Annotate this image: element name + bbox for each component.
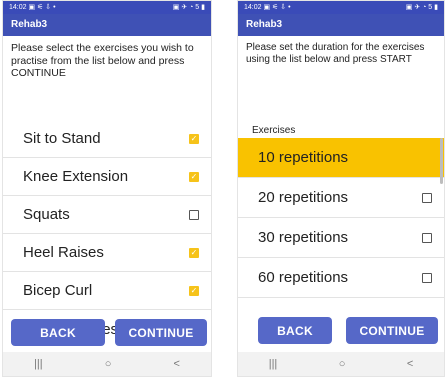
continue-button[interactable]: CONTINUE [115, 319, 207, 346]
instructions-text: Please select the exercises you wish to … [11, 42, 194, 79]
status-right-icons: ▣ ✈ ◔ 5 ▮ [172, 4, 205, 11]
status-bar: 14:02 ▣ ⚟ ⇩ • ▣ ✈ ◔ 5 ▮ [238, 1, 444, 14]
list-item-label: 20 repetitions [258, 189, 349, 206]
back-button[interactable]: BACK [11, 319, 105, 346]
list-item-squats[interactable]: Squats [3, 196, 211, 234]
status-time: 14:02 [244, 4, 262, 11]
list-item-label: Squats [23, 206, 70, 223]
status-right-icons: ▣ ✈ ◔ 5 ▮ [405, 4, 438, 11]
list-item-bicep-curl[interactable]: Bicep Curl ✓ [3, 272, 211, 310]
list-item-heel-raises[interactable]: Heel Raises ✓ [3, 234, 211, 272]
exercise-selection-screen: 14:02 ▣ ⚟ ⇩ • ▣ ✈ ◔ 5 ▮ Rehab3 Please se… [2, 0, 212, 377]
exercise-list[interactable]: Sit to Stand ✓ Knee Extension ✓ Squats H… [3, 123, 211, 348]
checkbox-checked-icon[interactable]: ✓ [189, 285, 199, 296]
list-item-label: 30 repetitions [258, 229, 349, 246]
recents-icon[interactable]: ||| [269, 358, 278, 370]
list-item-10-repetitions[interactable]: 10 repetitions [238, 138, 444, 178]
checkbox-unchecked-icon[interactable] [422, 192, 432, 203]
back-nav-icon[interactable]: < [407, 358, 413, 370]
status-left-icons: ▣ ⚟ ⇩ • [263, 4, 291, 11]
system-nav-bar: ||| ○ < [3, 352, 211, 376]
app-title: Rehab3 [3, 14, 211, 36]
checkbox-checked-icon[interactable]: ✓ [189, 171, 199, 182]
status-time-and-icons: 14:02 ▣ ⚟ ⇩ • [244, 1, 291, 14]
list-item-label: Heel Raises [23, 244, 104, 261]
checkbox-unchecked-icon[interactable] [422, 272, 432, 283]
duration-list[interactable]: 10 repetitions 20 repetitions 30 repetit… [238, 138, 444, 298]
list-item-label: Bicep Curl [23, 282, 93, 299]
home-icon[interactable]: ○ [105, 358, 112, 370]
list-scrollbar[interactable] [440, 138, 443, 184]
back-button[interactable]: BACK [258, 317, 332, 344]
checkbox-checked-icon[interactable]: ✓ [189, 247, 199, 258]
checkbox-unchecked-icon[interactable] [422, 232, 432, 243]
list-item-20-repetitions[interactable]: 20 repetitions [238, 178, 444, 218]
list-header: Exercises [252, 125, 296, 136]
list-item-sit-to-stand[interactable]: Sit to Stand ✓ [3, 120, 211, 158]
checkbox-checked-icon[interactable]: ✓ [189, 133, 199, 144]
list-item-label: 60 repetitions [258, 269, 349, 286]
checkbox-unchecked-icon[interactable] [189, 209, 199, 220]
status-time: 14:02 [9, 4, 27, 11]
system-nav-bar: ||| ○ < [238, 352, 444, 376]
instructions-text: Please set the duration for the exercise… [246, 42, 425, 65]
list-item-label: Knee Extension [23, 168, 129, 185]
status-bar: 14:02 ▣ ⚟ ⇩ • ▣ ✈ ◔ 5 ▮ [3, 1, 211, 14]
duration-selection-screen: 14:02 ▣ ⚟ ⇩ • ▣ ✈ ◔ 5 ▮ Rehab3 Please se… [237, 0, 445, 377]
status-time-and-icons: 14:02 ▣ ⚟ ⇩ • [9, 1, 56, 14]
status-left-icons: ▣ ⚟ ⇩ • [28, 4, 56, 11]
list-item-knee-extension[interactable]: Knee Extension ✓ [3, 158, 211, 196]
list-item-60-repetitions[interactable]: 60 repetitions [238, 258, 444, 298]
list-item-label: Sit to Stand [23, 130, 101, 147]
home-icon[interactable]: ○ [339, 358, 346, 370]
continue-button[interactable]: CONTINUE [346, 317, 438, 344]
app-title: Rehab3 [238, 14, 444, 36]
back-nav-icon[interactable]: < [174, 358, 180, 370]
list-item-label: 10 repetitions [258, 149, 349, 166]
list-item-30-repetitions[interactable]: 30 repetitions [238, 218, 444, 258]
recents-icon[interactable]: ||| [34, 358, 43, 370]
